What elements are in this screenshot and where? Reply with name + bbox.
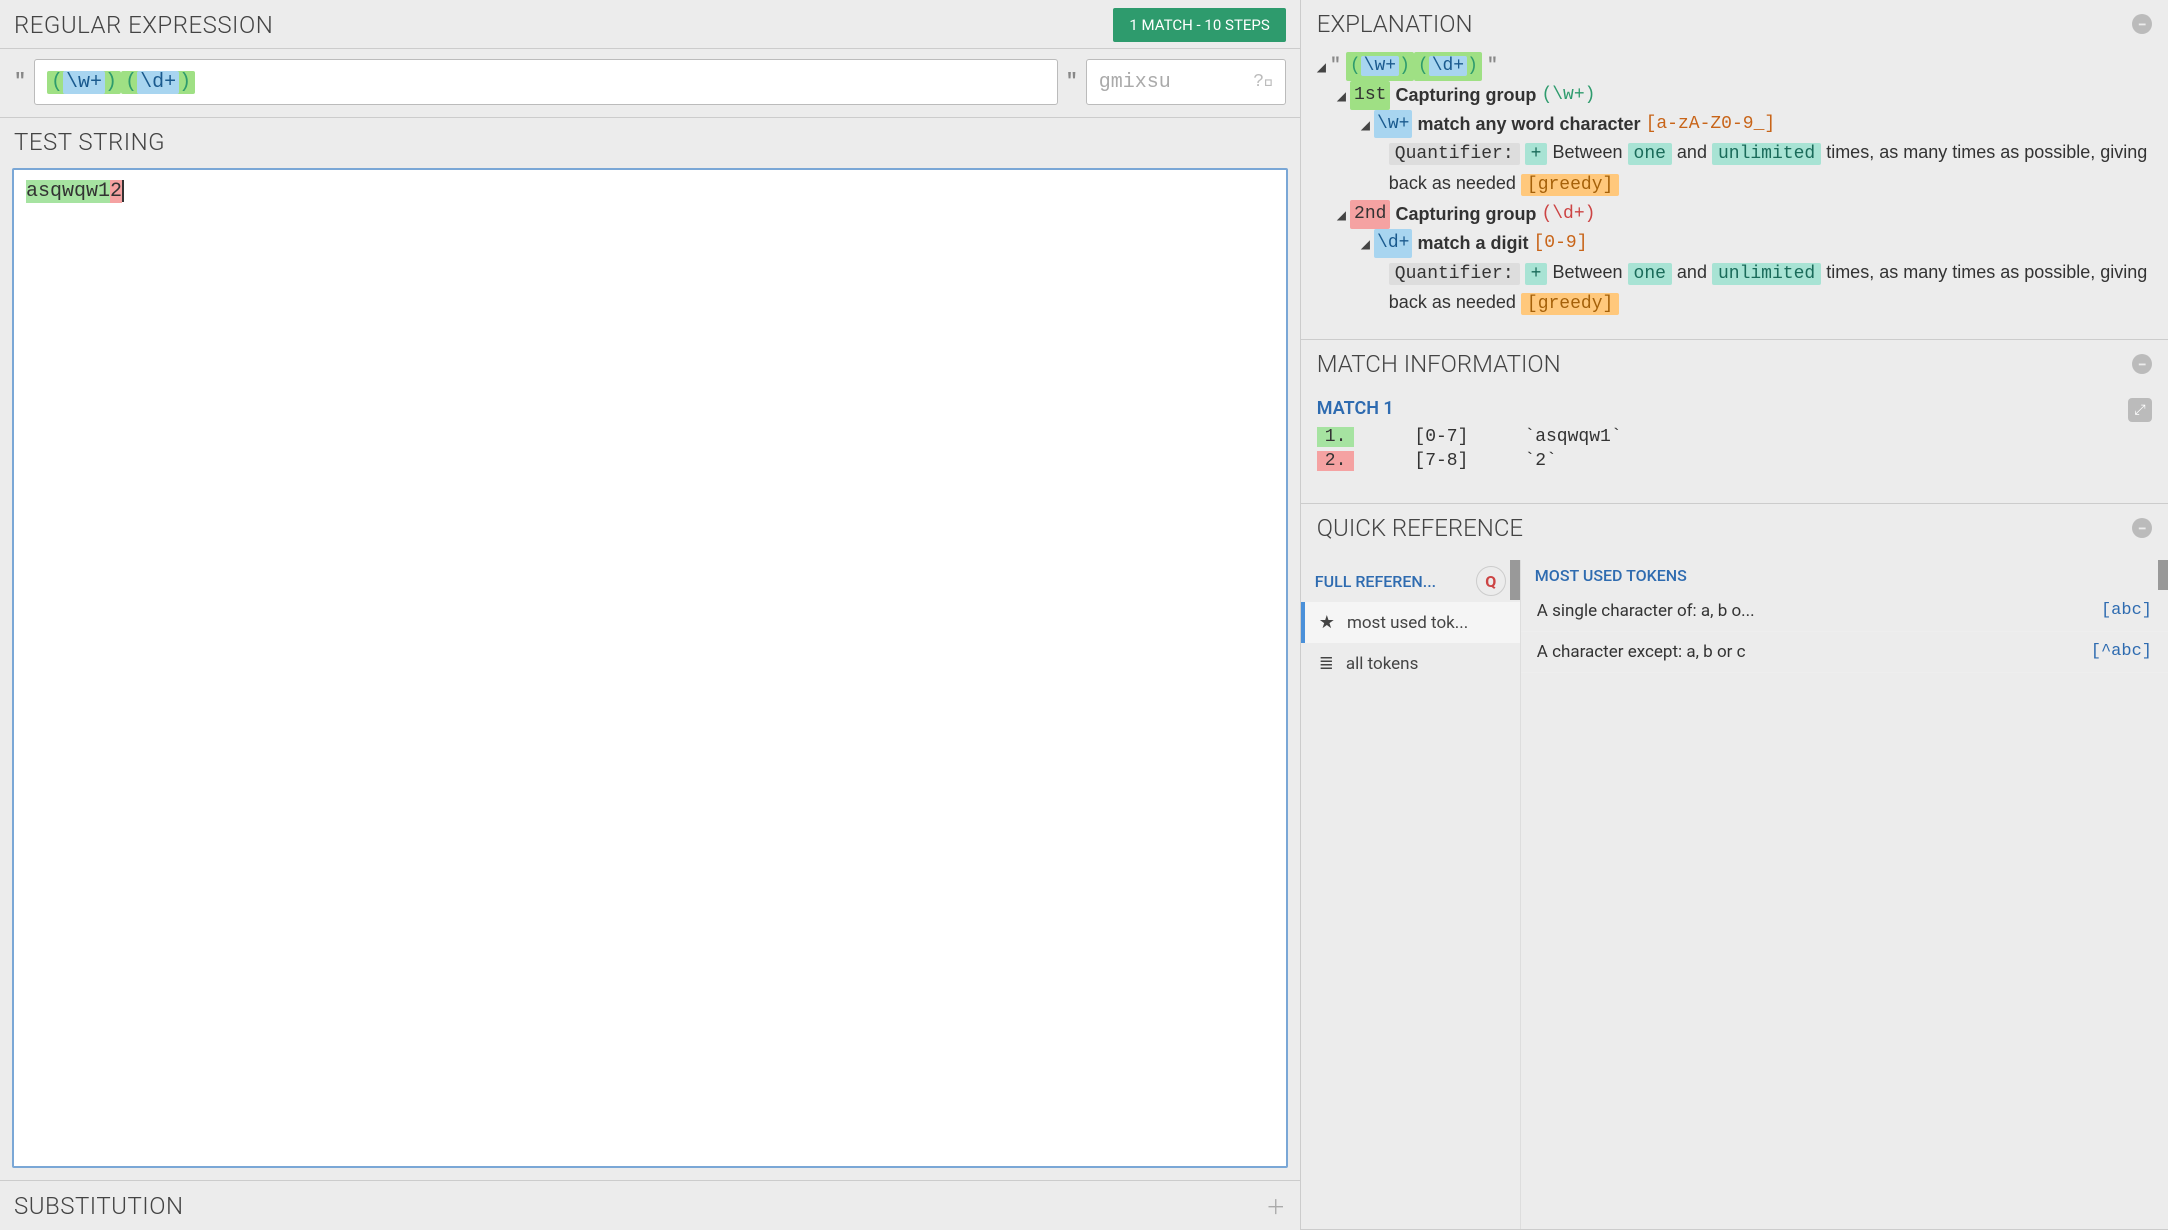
substitution-header[interactable]: SUBSTITUTION ＋	[0, 1180, 1300, 1230]
g2-title: Capturing group	[1395, 200, 1536, 229]
left-panel: REGULAR EXPRESSION 1 MATCH - 10 STEPS " …	[0, 0, 1301, 1230]
quick-ref-title: QUICK REFERENCE	[1317, 514, 1523, 542]
search-icon[interactable]: Q	[1476, 566, 1506, 596]
tree-g2: ◢ 2nd Capturing group (\d+)	[1337, 200, 2152, 229]
qr-item-most-used[interactable]: ★ most used tok...	[1301, 602, 1520, 643]
g2-child-token: \d+	[1374, 229, 1412, 258]
right-panel: EXPLANATION − ◢ " (\w+)(\d+) " ◢ 1st Cap…	[1301, 0, 2168, 1230]
quick-ref-right: MOST USED TOKENS A single character of: …	[1521, 560, 2168, 1229]
g2-token: (\d+)	[1541, 200, 1595, 229]
steps-count: 10	[1204, 16, 1221, 34]
group-1-label: 1.	[1317, 427, 1355, 447]
stack-icon: ≣	[1319, 653, 1334, 674]
tree-g1-quantifier: Quantifier: + Between one and unlimited …	[1389, 138, 2152, 200]
tree-g1: ◢ 1st Capturing group (\w+)	[1337, 81, 2152, 110]
regex-header: REGULAR EXPRESSION 1 MATCH - 10 STEPS	[0, 0, 1300, 49]
quantifier-plus: +	[1525, 143, 1548, 165]
greedy-label: [greedy]	[1521, 174, 1619, 196]
regex-title: REGULAR EXPRESSION	[14, 11, 273, 39]
g2-child-desc: match a digit	[1417, 229, 1528, 258]
explanation-section: EXPLANATION − ◢ " (\w+)(\d+) " ◢ 1st Cap…	[1301, 0, 2168, 340]
collapse-match-info-icon[interactable]: −	[2132, 354, 2152, 374]
add-substitution-icon[interactable]: ＋	[1266, 1191, 1286, 1220]
star-icon: ★	[1319, 612, 1335, 633]
qr-item-all-tokens[interactable]: ≣ all tokens	[1301, 643, 1520, 684]
scrollbar-left[interactable]	[1510, 560, 1520, 600]
test-string-header: TEST STRING	[0, 117, 1300, 164]
regex-input-row: " (\w+)(\d+) " gmixsu ?⃝	[0, 49, 1300, 117]
match-info-title: MATCH INFORMATION	[1317, 350, 1561, 378]
scrollbar-right[interactable]	[2158, 560, 2168, 590]
test-group1: asqwqw1	[26, 180, 110, 203]
g1-label: 1st	[1350, 81, 1390, 110]
quick-ref-body: FULL REFEREN... Q ★ most used tok... ≣ a…	[1301, 550, 2168, 1229]
regex-capture-1: (\w+)	[47, 71, 121, 94]
token-not-abc: [^abc]	[2091, 642, 2152, 662]
root-pattern-1: (\w+)	[1346, 52, 1414, 81]
group-1-range: [0-7]	[1414, 427, 1524, 447]
full-reference-label: FULL REFEREN...	[1315, 572, 1436, 591]
most-used-tokens-label: MOST USED TOKENS	[1535, 566, 1687, 585]
app-root: REGULAR EXPRESSION 1 MATCH - 10 STEPS " …	[0, 0, 2168, 1230]
collapse-explanation-icon[interactable]: −	[2132, 14, 2152, 34]
tree-g1-child: ◢ \w+ match any word character [a-zA-Z0-…	[1361, 110, 2152, 139]
test-string-input[interactable]: asqwqw12	[12, 168, 1288, 1168]
group-1-value: `asqwqw1`	[1524, 427, 1621, 447]
quick-ref-right-header: MOST USED TOKENS	[1521, 560, 2168, 591]
token-desc-abc: A single character of: a, b o...	[1537, 601, 1755, 621]
g1-title: Capturing group	[1395, 81, 1536, 110]
quick-ref-left-header: FULL REFEREN... Q	[1301, 560, 1520, 602]
qr-item-most-used-label: most used tok...	[1347, 613, 1468, 633]
match-info-body: ⤢ MATCH 1 1. [0-7] `asqwqw1` 2. [7-8] `2…	[1301, 386, 2168, 503]
group-2-label: 2.	[1317, 451, 1355, 471]
delimiter-close: "	[1066, 71, 1078, 94]
token-abc: [abc]	[2101, 601, 2152, 621]
qr-item-all-tokens-label: all tokens	[1346, 654, 1418, 674]
test-string-title: TEST STRING	[14, 128, 165, 156]
text-cursor	[122, 180, 124, 202]
regex-input[interactable]: (\w+)(\d+)	[34, 59, 1058, 105]
match-word: MATCH	[1142, 16, 1193, 34]
match-count: 1	[1129, 16, 1137, 34]
quick-ref-left: FULL REFEREN... Q ★ most used tok... ≣ a…	[1301, 560, 1521, 1229]
delimiter-open: "	[14, 71, 26, 94]
root-pattern-2: (\d+)	[1414, 52, 1482, 81]
match-row-1: 1. [0-7] `asqwqw1`	[1317, 425, 2152, 449]
test-group2: 2	[110, 180, 122, 203]
g2-child-class: [0-9]	[1533, 229, 1587, 258]
token-desc-not-abc: A character except: a, b or c	[1537, 642, 1746, 662]
match-info-section: MATCH INFORMATION − ⤢ MATCH 1 1. [0-7] `…	[1301, 340, 2168, 504]
substitution-title: SUBSTITUTION	[14, 1192, 184, 1220]
token-row-not-abc[interactable]: A character except: a, b or c [^abc]	[1521, 632, 2168, 673]
match-1-title: MATCH 1	[1317, 398, 2152, 419]
quantifier-label: Quantifier:	[1389, 143, 1520, 165]
expand-match-info-icon[interactable]: ⤢	[2128, 398, 2152, 422]
tree-g2-child: ◢ \d+ match a digit [0-9]	[1361, 229, 2152, 258]
g1-child-class: [a-zA-Z0-9_]	[1646, 110, 1776, 139]
steps-word: STEPS	[1225, 16, 1270, 34]
match-badge: 1 MATCH - 10 STEPS	[1113, 8, 1285, 42]
g2-label: 2nd	[1350, 200, 1390, 229]
flags-input[interactable]: gmixsu ?⃝	[1086, 59, 1286, 105]
regex-capture-2: (\d+)	[121, 71, 195, 94]
g1-token: (\w+)	[1541, 81, 1595, 110]
token-row-abc[interactable]: A single character of: a, b o... [abc]	[1521, 591, 2168, 632]
explanation-title: EXPLANATION	[1317, 10, 1473, 38]
quick-ref-header: QUICK REFERENCE −	[1301, 504, 2168, 550]
tree-g2-quantifier: Quantifier: + Between one and unlimited …	[1389, 258, 2152, 320]
match-info-header: MATCH INFORMATION −	[1301, 340, 2168, 386]
group-2-value: `2`	[1524, 451, 1556, 471]
explanation-body: ◢ " (\w+)(\d+) " ◢ 1st Capturing group (…	[1301, 46, 2168, 339]
g1-child-desc: match any word character	[1417, 110, 1640, 139]
flags-placeholder: gmixsu	[1099, 71, 1171, 94]
quick-ref-section: QUICK REFERENCE − FULL REFEREN... Q ★ mo…	[1301, 504, 2168, 1230]
tree-root: ◢ " (\w+)(\d+) "	[1317, 52, 2152, 81]
group-2-range: [7-8]	[1414, 451, 1524, 471]
flags-help-icon[interactable]: ?⃝	[1253, 72, 1275, 92]
match-row-2: 2. [7-8] `2`	[1317, 449, 2152, 473]
explanation-header: EXPLANATION −	[1301, 0, 2168, 46]
collapse-quick-ref-icon[interactable]: −	[2132, 518, 2152, 538]
g1-child-token: \w+	[1374, 110, 1412, 139]
